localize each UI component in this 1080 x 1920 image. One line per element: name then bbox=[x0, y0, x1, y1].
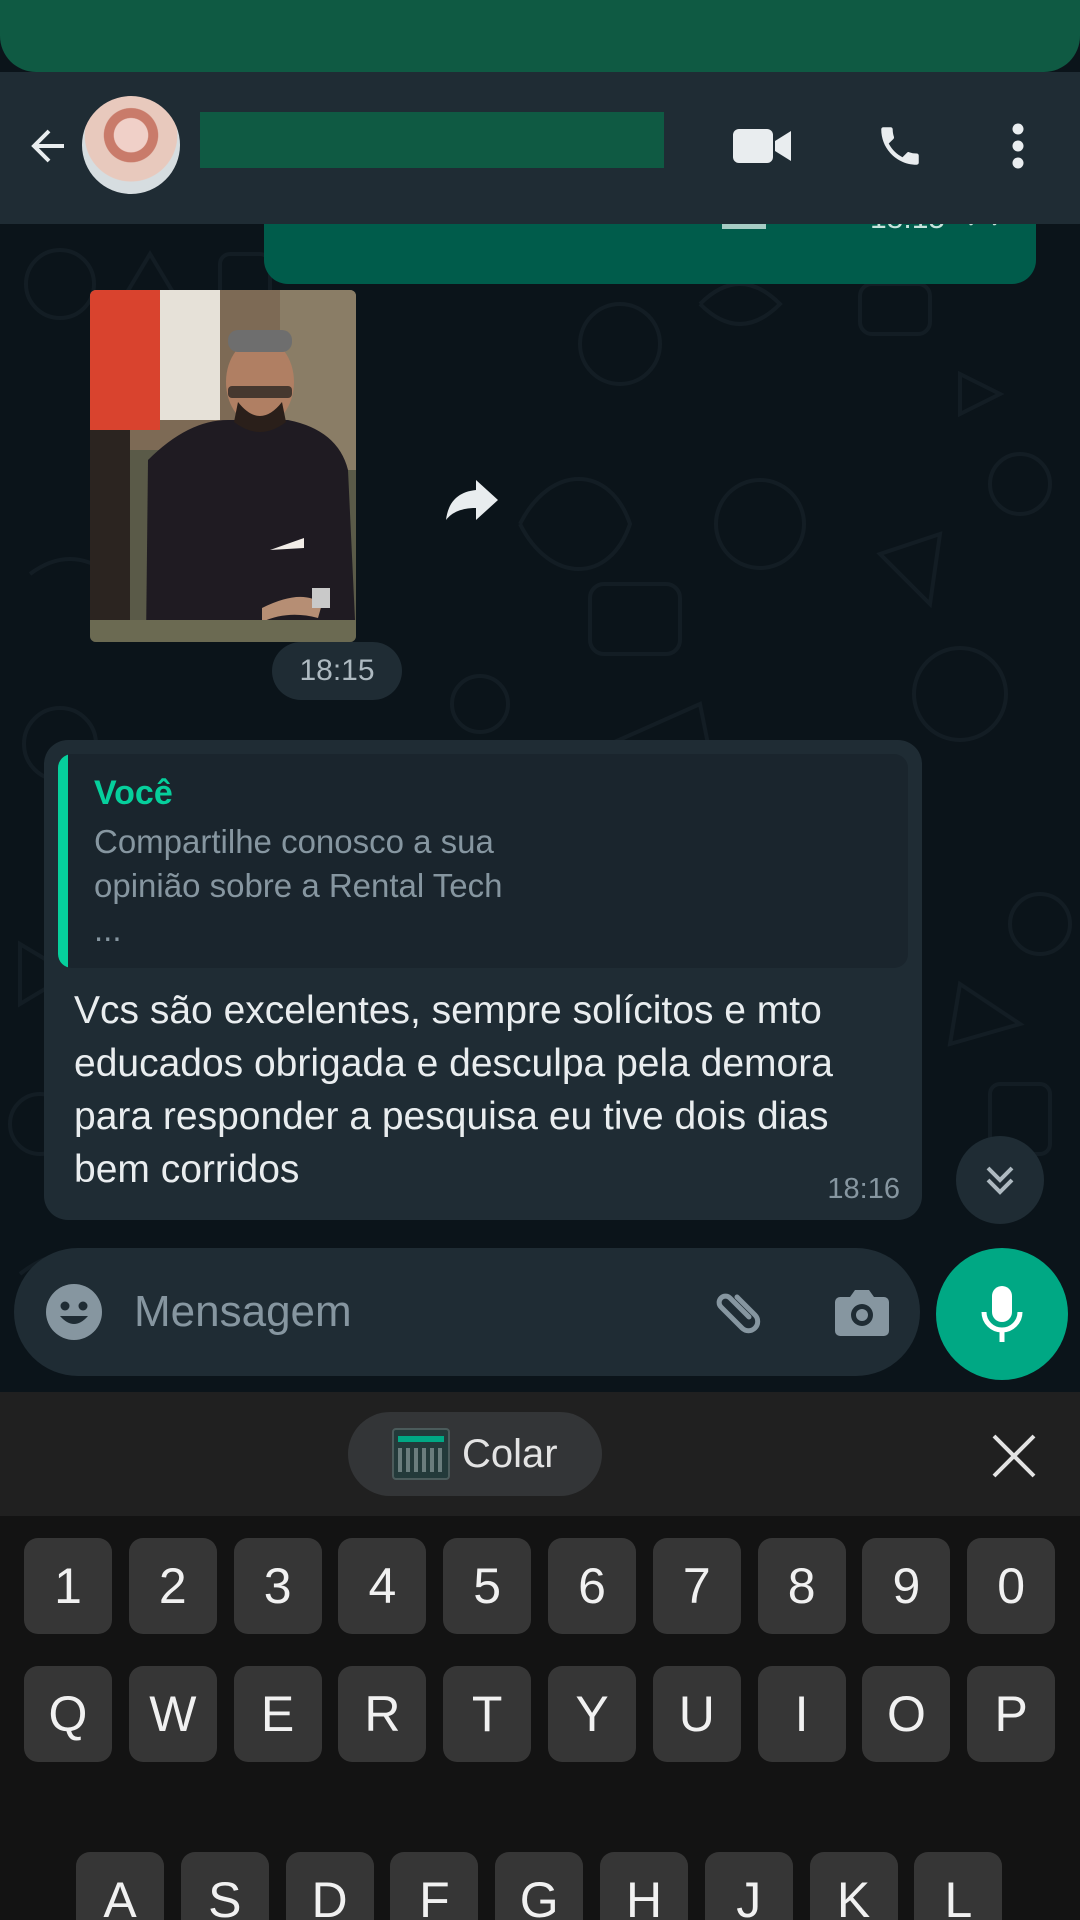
message-text: Vcs são excelentes, sempre solícitos e m… bbox=[74, 989, 833, 1191]
key-t[interactable]: T bbox=[443, 1666, 532, 1762]
quote-text: Compartilhe conosco a sua opinião sobre … bbox=[94, 823, 503, 948]
key-e[interactable]: E bbox=[233, 1666, 322, 1762]
photo-thumbnail bbox=[90, 290, 356, 642]
more-vertical-icon bbox=[1012, 123, 1024, 169]
key-s[interactable]: S bbox=[180, 1852, 269, 1920]
status-banner bbox=[0, 0, 1080, 72]
key-f[interactable]: F bbox=[390, 1852, 479, 1920]
image-time-badge: 18:15 bbox=[272, 642, 402, 700]
camera-button[interactable] bbox=[830, 1280, 894, 1344]
double-chevron-down-icon bbox=[986, 1166, 1014, 1195]
key-1[interactable]: 1 bbox=[24, 1538, 112, 1634]
phone-icon bbox=[881, 127, 919, 165]
key-6[interactable]: 6 bbox=[548, 1538, 636, 1634]
clipboard-thumbnail bbox=[392, 1428, 450, 1480]
key-i[interactable]: I bbox=[757, 1666, 846, 1762]
incoming-message[interactable]: Você Compartilhe conosco a sua opinião s… bbox=[44, 740, 922, 1220]
scroll-to-bottom-button[interactable] bbox=[956, 1136, 1044, 1224]
key-q[interactable]: Q bbox=[24, 1666, 112, 1762]
paste-suggestion-chip[interactable]: Colar bbox=[348, 1412, 602, 1496]
close-icon bbox=[992, 1434, 1036, 1478]
camera-icon bbox=[835, 1290, 889, 1336]
key-4[interactable]: 4 bbox=[338, 1538, 427, 1634]
forward-icon bbox=[446, 480, 498, 520]
key-8[interactable]: 8 bbox=[757, 1538, 846, 1634]
video-camera-icon bbox=[733, 129, 791, 163]
voice-call-button[interactable] bbox=[868, 114, 932, 178]
double-check-icon: ✓✓ bbox=[964, 224, 1011, 235]
attach-button[interactable] bbox=[706, 1280, 770, 1344]
emoji-icon bbox=[46, 1284, 102, 1340]
more-options-button[interactable] bbox=[1000, 114, 1036, 178]
quoted-message[interactable]: Você Compartilhe conosco a sua opinião s… bbox=[58, 754, 908, 968]
voice-record-button[interactable] bbox=[936, 1248, 1068, 1380]
paste-label: Colar bbox=[462, 1431, 558, 1476]
key-3[interactable]: 3 bbox=[233, 1538, 322, 1634]
key-h[interactable]: H bbox=[600, 1852, 688, 1920]
microphone-icon bbox=[981, 1286, 1023, 1342]
back-button[interactable] bbox=[18, 116, 78, 176]
chat-area[interactable]: 18:15 ✓✓ 18:15 Você Compartilh bbox=[0, 224, 1080, 1392]
key-o[interactable]: O bbox=[862, 1666, 951, 1762]
image-message[interactable] bbox=[90, 290, 356, 642]
key-y[interactable]: Y bbox=[548, 1666, 636, 1762]
message-fragment bbox=[722, 224, 766, 229]
key-2[interactable]: 2 bbox=[128, 1538, 217, 1634]
keyboard-toolbar: Colar bbox=[0, 1392, 1080, 1516]
message-time: 18:15 bbox=[870, 224, 945, 236]
key-k[interactable]: K bbox=[809, 1852, 898, 1920]
close-suggestions-button[interactable] bbox=[986, 1428, 1042, 1484]
emoji-button[interactable] bbox=[44, 1282, 104, 1342]
paperclip-icon bbox=[716, 1293, 761, 1334]
key-u[interactable]: U bbox=[652, 1666, 741, 1762]
chat-header bbox=[0, 72, 1080, 224]
avatar[interactable] bbox=[82, 96, 180, 194]
key-w[interactable]: W bbox=[128, 1666, 217, 1762]
key-r[interactable]: R bbox=[338, 1666, 427, 1762]
key-0[interactable]: 0 bbox=[967, 1538, 1056, 1634]
key-p[interactable]: P bbox=[967, 1666, 1056, 1762]
quote-author: Você bbox=[94, 774, 173, 812]
key-5[interactable]: 5 bbox=[443, 1538, 532, 1634]
arrow-left-icon bbox=[31, 129, 64, 163]
key-d[interactable]: D bbox=[285, 1852, 374, 1920]
forward-button[interactable] bbox=[444, 472, 500, 528]
contact-name[interactable] bbox=[200, 112, 664, 168]
on-screen-keyboard: 1234567890 QWERTYUIOP ASDFGHJKL bbox=[0, 1516, 1080, 1920]
key-7[interactable]: 7 bbox=[652, 1538, 741, 1634]
message-composer bbox=[14, 1248, 920, 1376]
key-a[interactable]: A bbox=[76, 1852, 164, 1920]
message-input[interactable] bbox=[134, 1274, 674, 1350]
quote-accent-bar bbox=[58, 754, 68, 968]
key-9[interactable]: 9 bbox=[862, 1538, 951, 1634]
key-g[interactable]: G bbox=[495, 1852, 584, 1920]
message-time: 18:16 bbox=[827, 1173, 900, 1205]
video-call-button[interactable] bbox=[730, 116, 794, 176]
key-j[interactable]: J bbox=[704, 1852, 793, 1920]
key-l[interactable]: L bbox=[914, 1852, 1003, 1920]
outgoing-message[interactable]: 18:15 ✓✓ bbox=[264, 224, 1036, 284]
